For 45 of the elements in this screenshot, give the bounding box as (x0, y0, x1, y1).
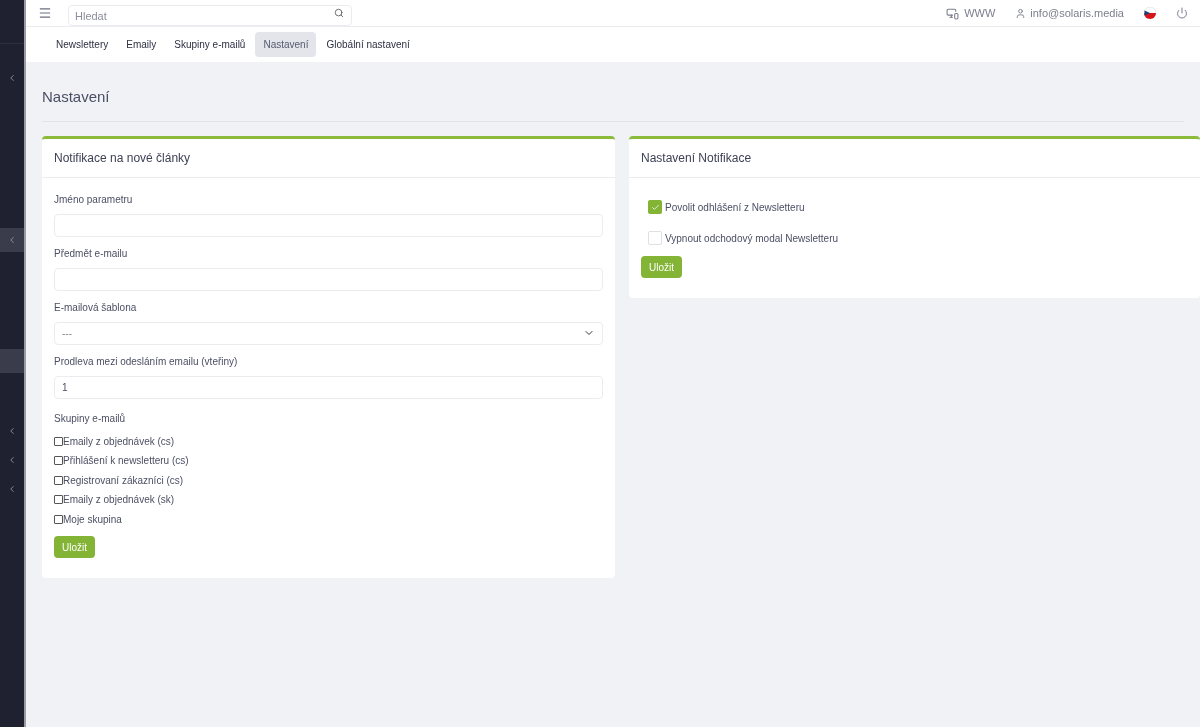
checkbox[interactable] (54, 475, 63, 485)
checkbox-label: Registrovaní zákazníci (cs) (63, 473, 184, 488)
chevron-left-icon (7, 235, 17, 245)
checkbox-label: Povolit odhlášení z Newsletteru (665, 200, 805, 215)
chevron-left-icon (7, 484, 17, 494)
search-icon[interactable] (334, 7, 344, 18)
checkbox[interactable] (54, 456, 63, 466)
page-title: Nastavení (42, 86, 1184, 122)
select-field[interactable]: --- (54, 321, 603, 345)
tab[interactable]: Emaily (118, 32, 165, 57)
check-icon (650, 202, 660, 212)
checkbox-label: Moje skupina (63, 512, 122, 527)
checkbox[interactable] (54, 495, 63, 505)
tab[interactable]: Newslettery (48, 32, 117, 57)
chevron-left-icon (7, 426, 17, 436)
tab[interactable]: Globální nastavení (318, 32, 418, 57)
checkbox[interactable] (648, 200, 662, 214)
chevron-left-icon (7, 455, 17, 465)
field-label: Prodleva mezi odesláním emailu (vteřiny) (54, 354, 239, 369)
sidebar-item[interactable] (0, 228, 24, 252)
card-title: Nastavení Notifikace (629, 138, 1200, 178)
power-icon[interactable] (1176, 7, 1188, 19)
checkbox-label: Emaily z objednávek (sk) (63, 493, 175, 508)
search-field[interactable]: Hledat (68, 5, 352, 26)
field-label: Jméno parametru (54, 192, 134, 207)
checkbox[interactable] (54, 436, 63, 446)
flag-icon[interactable] (1144, 7, 1156, 19)
www-link[interactable]: WWW (964, 4, 996, 22)
user-icon (1015, 7, 1027, 19)
checkbox-label: Vypnout odchodový modal Newsletteru (665, 231, 839, 246)
chevron-left-icon (7, 73, 17, 83)
checkbox[interactable] (54, 514, 63, 524)
card-title: Notifikace na nové články (42, 138, 615, 178)
user-email[interactable]: info@solaris.media (1030, 4, 1124, 22)
input-field[interactable]: 1 (54, 375, 603, 399)
menu-icon[interactable] (38, 6, 52, 20)
tab[interactable]: Nastavení (255, 32, 317, 57)
sidebar-item[interactable] (0, 349, 24, 373)
monitor-icon (945, 6, 961, 20)
checkbox-label: Přihlášení k newsletteru (cs) (63, 454, 189, 469)
field-label: Skupiny e-mailů (54, 411, 127, 426)
field-label: Předmět e-mailu (54, 246, 129, 261)
field-label: E-mailová šablona (54, 300, 138, 315)
checkbox-label: Emaily z objednávek (cs) (63, 434, 175, 449)
tab[interactable]: Skupiny e-mailů (166, 32, 254, 57)
